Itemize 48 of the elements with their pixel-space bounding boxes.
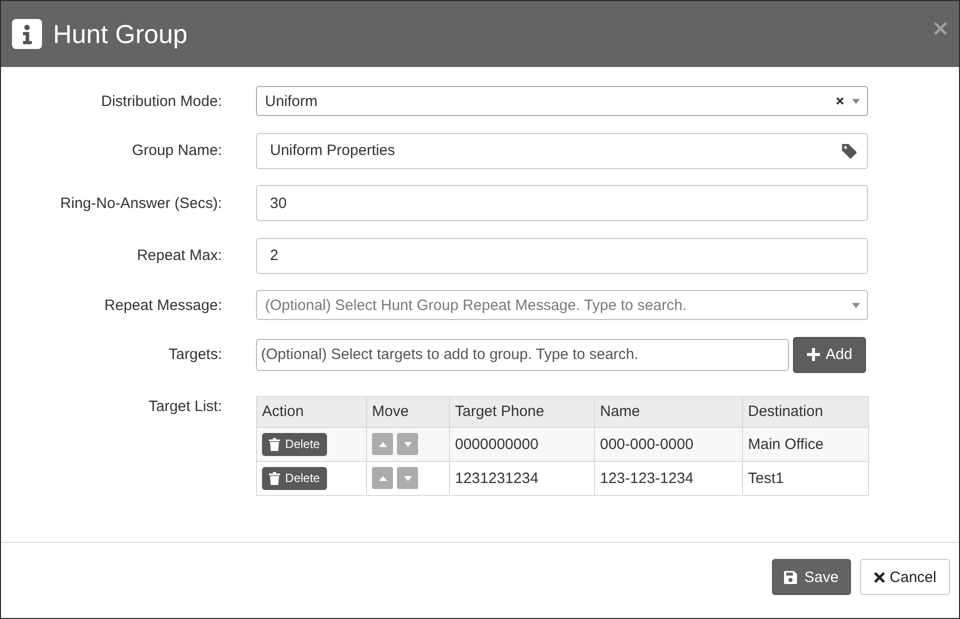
cancel-button[interactable]: Cancel	[860, 559, 950, 595]
table-cell: 1231231234	[450, 461, 594, 496]
column-header: Move	[366, 396, 450, 428]
select-field[interactable]: (Optional) Select Hunt Group Repeat Message. Type to search.	[256, 290, 868, 320]
table-cell: 000-000-0000	[594, 427, 742, 462]
column-header: Target Phone	[450, 396, 594, 428]
move-down-button[interactable]	[397, 433, 418, 456]
table-cell: 123-123-1234	[594, 461, 742, 496]
table-cell: Test1	[742, 461, 868, 496]
down-triangle-icon	[404, 442, 412, 447]
select-field[interactable]: Uniform	[256, 86, 868, 116]
trash-icon	[269, 438, 280, 451]
caret-icon[interactable]	[852, 98, 860, 104]
search-field[interactable]: (Optional) Select targets to add to group. Type to search.	[256, 338, 789, 371]
plus-icon	[806, 348, 820, 362]
add-button[interactable]: Add	[793, 336, 866, 373]
text-field[interactable]: 2	[256, 238, 868, 274]
move-up-button[interactable]	[372, 433, 393, 456]
down-triangle-icon	[404, 476, 412, 481]
move-up-button[interactable]	[372, 467, 393, 490]
column-header: Name	[594, 396, 742, 428]
text-field[interactable]: Uniform Properties	[256, 132, 868, 169]
close-icon[interactable]	[934, 22, 947, 35]
save-button[interactable]: Save	[772, 559, 851, 595]
form-label: Targets:	[168, 346, 222, 364]
caret-icon[interactable]	[852, 302, 860, 308]
move-down-button[interactable]	[397, 467, 418, 490]
up-triangle-icon	[378, 442, 386, 447]
form-label: Distribution Mode:	[100, 92, 222, 110]
clear-icon[interactable]	[836, 97, 844, 105]
delete-button[interactable]: Delete	[262, 466, 327, 490]
form-label: Group Name:	[130, 142, 222, 160]
up-triangle-icon	[378, 476, 386, 481]
column-header: Destination	[742, 396, 868, 428]
column-header: Action	[256, 396, 366, 428]
delete-button[interactable]: Delete	[262, 432, 327, 456]
tag-icon	[841, 142, 857, 159]
cross-icon	[874, 572, 885, 582]
form-label: Repeat Message:	[103, 296, 222, 314]
form-label: Target List:	[148, 398, 222, 415]
form-label: Ring-No-Answer (Secs):	[59, 194, 222, 212]
text-field[interactable]: 30	[256, 185, 868, 222]
form-label: Repeat Max:	[136, 247, 222, 264]
trash-icon	[269, 472, 280, 485]
info-icon	[12, 18, 42, 48]
table-cell: Main Office	[742, 427, 868, 462]
dialog-title: Hunt Group	[53, 18, 188, 50]
table-cell: 0000000000	[450, 427, 594, 462]
